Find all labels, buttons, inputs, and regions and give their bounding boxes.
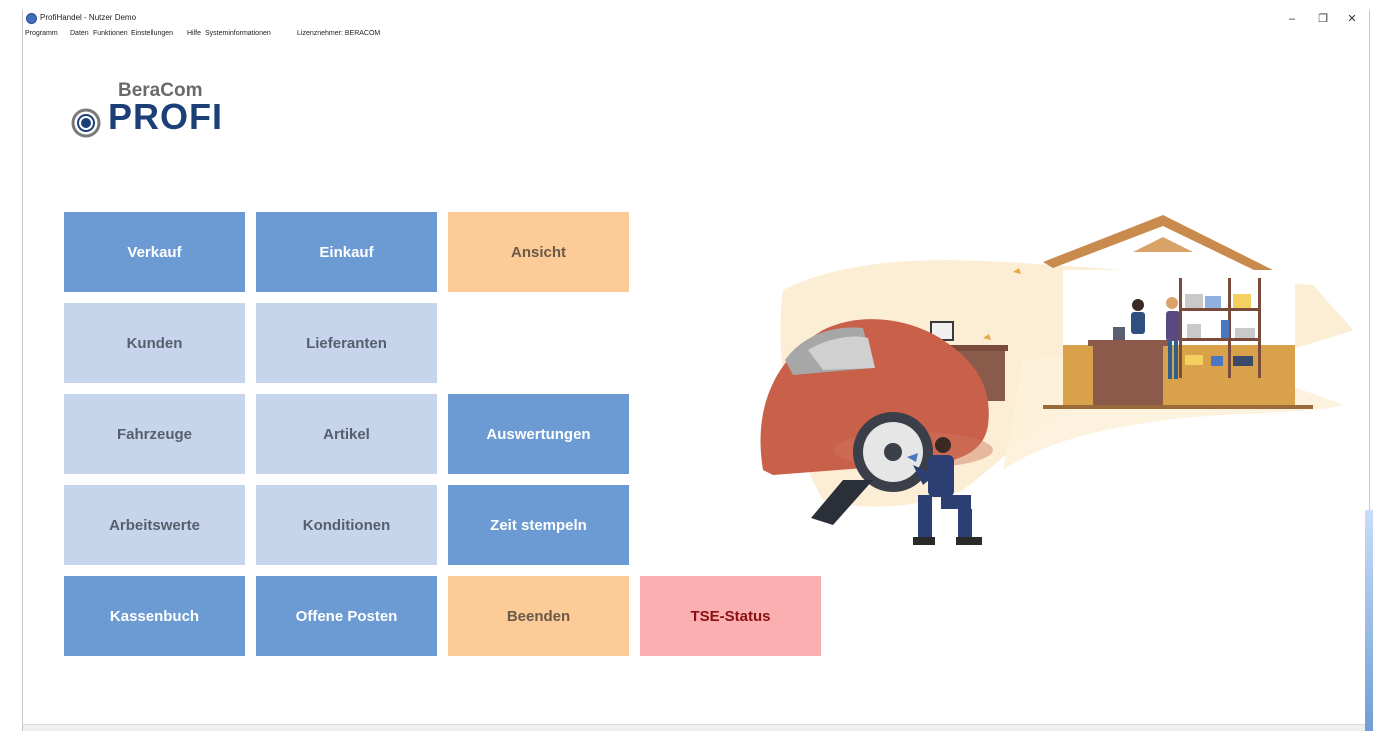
beenden-button[interactable]: Beenden — [448, 576, 629, 656]
logo-ring-icon — [71, 108, 101, 138]
menu-einstellungen[interactable]: Einstellungen — [131, 28, 173, 39]
close-button[interactable]: ✕ — [1337, 10, 1367, 28]
konditionen-button[interactable]: Konditionen — [256, 485, 437, 565]
minimize-button[interactable]: – — [1277, 10, 1307, 28]
kassenbuch-button[interactable]: Kassenbuch — [64, 576, 245, 656]
lieferanten-button[interactable]: Lieferanten — [256, 303, 437, 383]
fahrzeuge-button[interactable]: Fahrzeuge — [64, 394, 245, 474]
offene-posten-button[interactable]: Offene Posten — [256, 576, 437, 656]
menu-hilfe[interactable]: Hilfe — [187, 28, 201, 39]
einkauf-button[interactable]: Einkauf — [256, 212, 437, 292]
menu-daten[interactable]: Daten — [70, 28, 89, 39]
menu-bar: Programm Daten Funktionen Einstellungen … — [23, 28, 1369, 39]
arbeitswerte-button[interactable]: Arbeitswerte — [64, 485, 245, 565]
maximize-button[interactable]: ❐ — [1308, 10, 1338, 28]
status-bar — [23, 724, 1369, 731]
artikel-button[interactable]: Artikel — [256, 394, 437, 474]
app-icon — [26, 13, 37, 24]
verkauf-button[interactable]: Verkauf — [64, 212, 245, 292]
ansicht-button[interactable]: Ansicht — [448, 212, 629, 292]
tse-status-button[interactable]: TSE-Status — [640, 576, 821, 656]
car-workshop-illustration — [760, 215, 1353, 545]
auswertungen-button[interactable]: Auswertungen — [448, 394, 629, 474]
menu-systeminformationen[interactable]: Systeminformationen — [205, 28, 271, 39]
screen-edge-decoration — [1365, 510, 1373, 731]
window-title: ProfiHandel - Nutzer Demo — [40, 13, 137, 22]
menu-programm[interactable]: Programm — [25, 28, 58, 39]
menu-lizenznehmer[interactable]: Lizenznehmer: BERACOM — [297, 28, 380, 39]
zeit-stempeln-button[interactable]: Zeit stempeln — [448, 485, 629, 565]
kunden-button[interactable]: Kunden — [64, 303, 245, 383]
menu-funktionen[interactable]: Funktionen — [93, 28, 128, 39]
beracom-profi-logo: BeraCom PROFI — [70, 80, 250, 140]
title-bar: ProfiHandel - Nutzer Demo – ❐ ✕ — [23, 10, 1369, 28]
app-window: ProfiHandel - Nutzer Demo – ❐ ✕ Programm… — [22, 10, 1370, 731]
logo-big-text: PROFI — [108, 96, 224, 137]
